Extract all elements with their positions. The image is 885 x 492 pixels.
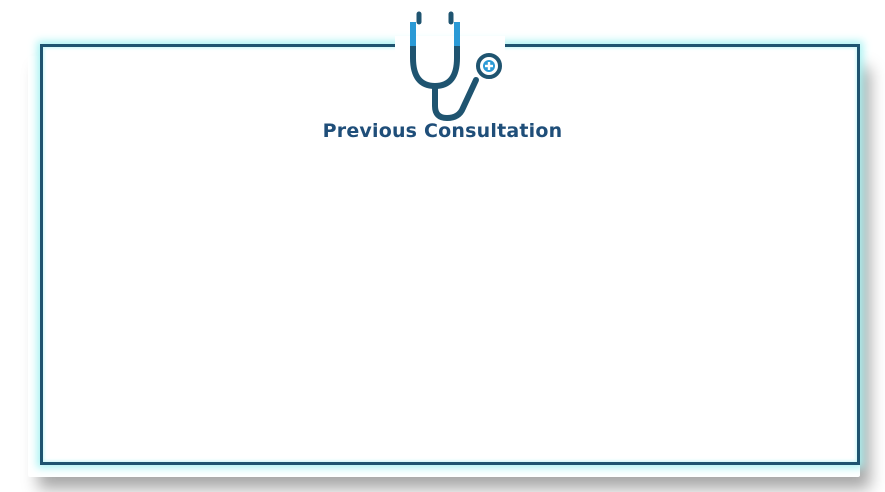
slide-canvas: Previous Consultation (0, 0, 885, 492)
stethoscope-icon (410, 11, 502, 122)
page-title: Previous Consultation (322, 120, 563, 142)
consultation-content-area (44, 156, 852, 456)
